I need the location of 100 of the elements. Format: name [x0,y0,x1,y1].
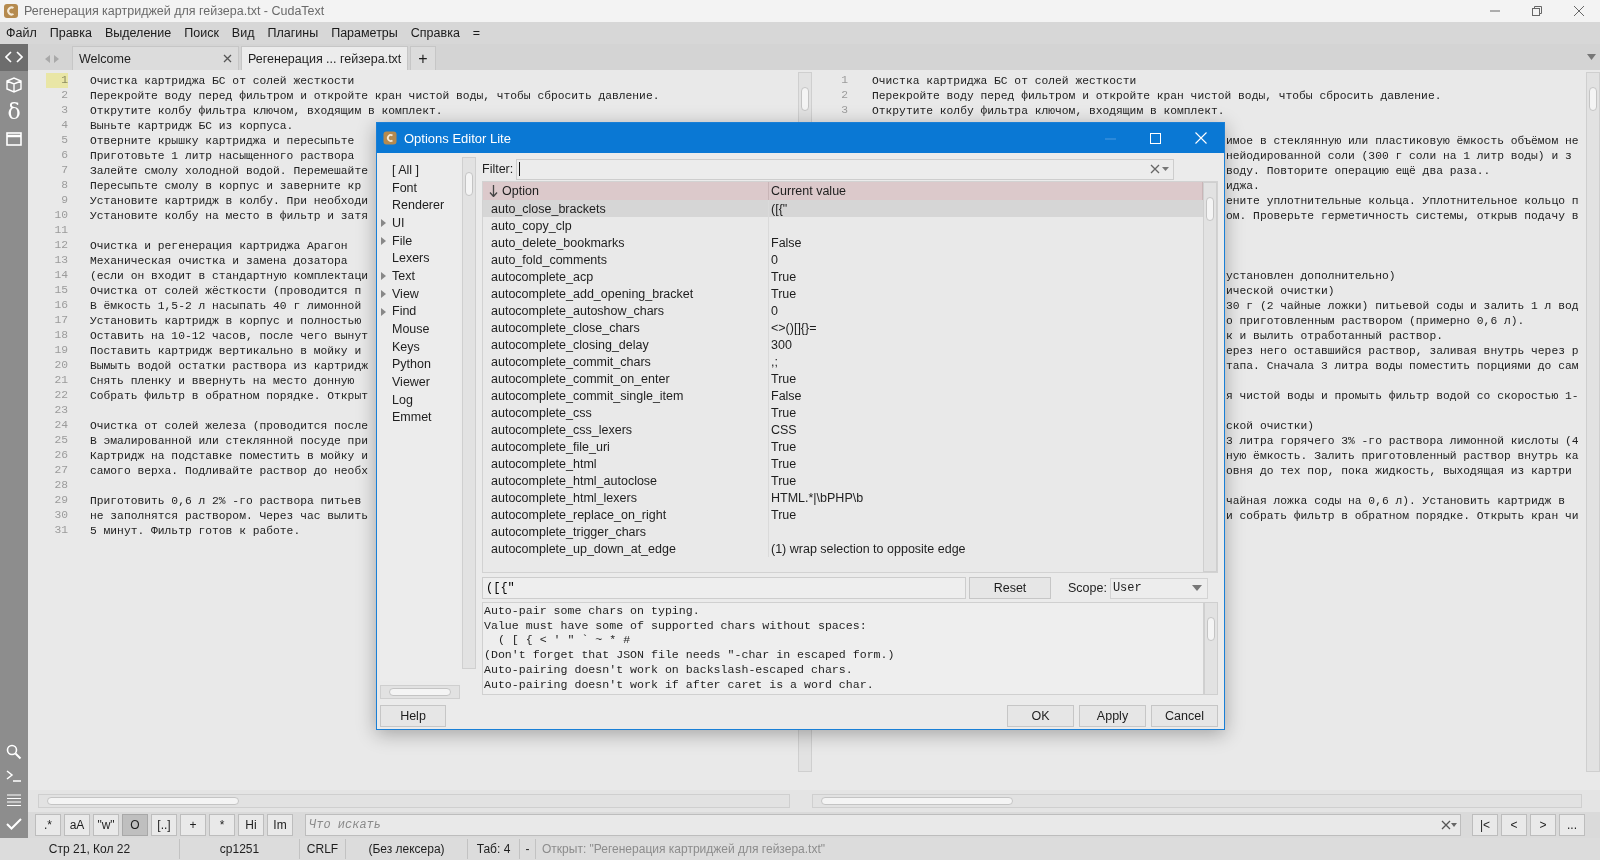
search-option-button[interactable]: Hi [238,814,264,836]
reset-button[interactable]: Reset [969,577,1051,599]
code-line: не заполнятся раствором. Через час вылить [90,509,368,522]
restore-icon[interactable] [1531,5,1543,17]
option-row[interactable]: autocomplete_autoshow_chars 0 [483,302,1203,319]
search-option-button[interactable]: "w" [93,814,119,836]
tab[interactable]: Welcome [72,46,239,70]
list-icon[interactable] [5,791,23,809]
option-row[interactable]: autocomplete_acp True [483,268,1203,285]
scrollbar[interactable] [1586,72,1600,772]
close-icon[interactable] [1573,5,1585,17]
option-row[interactable]: autocomplete_html_autoclose True [483,472,1203,489]
column-header[interactable]: Current value [769,182,1203,200]
tree-item[interactable]: Emmet [380,408,460,427]
scrollbar[interactable] [38,794,790,808]
tab[interactable]: Регенерация ... гейзера.txt [241,46,408,70]
search-field[interactable]: Что искать [305,814,1461,836]
help-button[interactable]: Help [380,705,446,727]
option-row[interactable]: autocomplete_up_down_at_edge (1) wrap selection to opposite edge [483,540,1203,557]
option-row[interactable]: autocomplete_commit_on_enter True [483,370,1203,387]
option-row[interactable]: autocomplete_html_lexers HTML.*|\bPHP\b [483,489,1203,506]
option-row[interactable]: auto_delete_bookmarks False [483,234,1203,251]
clear-icon[interactable] [1441,820,1457,830]
sidebar-tab[interactable] [0,44,28,71]
option-row[interactable]: auto_copy_clp [483,217,1203,234]
search-icon[interactable] [5,743,23,761]
code-line: овня до тех пор, пока жидкость, выходящая из картри [1226,464,1572,477]
option-row[interactable]: autocomplete_css_lexers CSS [483,421,1203,438]
menu-item[interactable]: Справка [410,26,460,40]
tree-item[interactable]: [ All ] [380,161,460,179]
cube-icon [5,75,23,94]
tab-arrows-icon[interactable] [44,55,60,63]
filter-field[interactable] [516,158,1174,180]
option-row[interactable]: autocomplete_add_opening_bracket True [483,285,1203,302]
menu-item[interactable]: Правка [49,26,92,40]
value-field[interactable]: ([{" [482,577,966,599]
close-icon[interactable] [223,54,232,63]
menu-item[interactable]: Выделение [104,26,172,40]
tree-item[interactable]: Log [380,390,460,409]
scrollbar[interactable] [462,157,476,669]
terminal-icon[interactable] [5,767,23,785]
menu-item[interactable]: Файл [6,26,37,40]
clear-icon[interactable] [1150,164,1170,174]
window-title: Регенерация картриджей для гейзера.txt - CudaText [24,4,325,18]
sort-arrow-icon[interactable] [489,185,498,197]
table-cell-text: False [770,388,802,403]
tree-item[interactable]: Renderer [380,196,460,215]
scrollbar[interactable] [1203,182,1217,572]
dropdown-arrow-icon[interactable] [1587,54,1596,60]
new-tab-button[interactable]: + [410,46,436,70]
dialog-button[interactable]: Cancel [1151,705,1218,727]
line-number: 1 [840,73,848,88]
maximize-icon[interactable] [1150,132,1161,144]
navigation-button[interactable]: < [1501,814,1527,836]
navigation-button[interactable]: ... [1559,814,1585,836]
menu-item[interactable]: Поиск [184,26,219,40]
tree-item[interactable]: Python [380,355,460,374]
option-row[interactable]: auto_close_brackets ([{" [483,200,1203,217]
navigation-button[interactable]: > [1530,814,1556,836]
menu-item[interactable]: Параметры [331,26,398,40]
tree-item[interactable]: Lexers [380,249,460,268]
option-row[interactable]: auto_fold_comments 0 [483,251,1203,268]
scope-dropdown[interactable]: User [1109,577,1208,599]
option-row[interactable]: autocomplete_commit_chars ,; [483,353,1203,370]
tree-item[interactable]: Mouse [380,320,460,338]
navigation-button[interactable]: |< [1472,814,1498,836]
tree-item[interactable]: Font [380,178,460,197]
option-row[interactable]: autocomplete_closing_delay 300 [483,336,1203,353]
search-option-button[interactable]: Im [267,814,293,836]
option-row[interactable]: autocomplete_replace_on_right True [483,506,1203,523]
search-option-button[interactable]: aA [64,814,90,836]
search-option-button[interactable]: .* [35,814,61,836]
search-option-button[interactable]: O [122,814,148,836]
dialog-button[interactable]: Apply [1079,705,1146,727]
scrollbar[interactable] [812,794,1582,808]
menu-item[interactable]: Плагины [267,26,319,40]
code-line: иджа. [1226,179,1260,192]
scrollbar[interactable] [380,685,460,699]
search-option-button[interactable]: + [180,814,206,836]
check-icon[interactable] [5,815,23,833]
search-option-button[interactable]: * [209,814,235,836]
tree-item[interactable]: Viewer [380,373,460,391]
line-number: 6 [60,148,68,163]
search-option-button[interactable]: [..] [151,814,177,836]
tree-item[interactable]: Keys [380,337,460,356]
option-row[interactable]: autocomplete_css True [483,404,1203,421]
option-row[interactable]: autocomplete_file_uri True [483,438,1203,455]
scrollbar[interactable] [1204,602,1218,695]
line-number: 24 [53,418,68,433]
line-number: 15 [53,283,68,298]
option-row[interactable]: autocomplete_close_chars <>()[]{}= [483,319,1203,336]
column-header[interactable]: Option [483,182,769,200]
line-number: 18 [53,328,68,343]
menu-item[interactable]: = [472,26,481,40]
menu-item[interactable]: Вид [231,26,255,40]
option-row[interactable]: autocomplete_commit_single_item False [483,387,1203,404]
option-row[interactable]: autocomplete_html True [483,455,1203,472]
code-line: Собрать фильтр в обратном порядке. Открыт [90,389,368,402]
dialog-button[interactable]: OK [1007,705,1074,727]
option-row[interactable]: autocomplete_trigger_chars [483,523,1203,540]
